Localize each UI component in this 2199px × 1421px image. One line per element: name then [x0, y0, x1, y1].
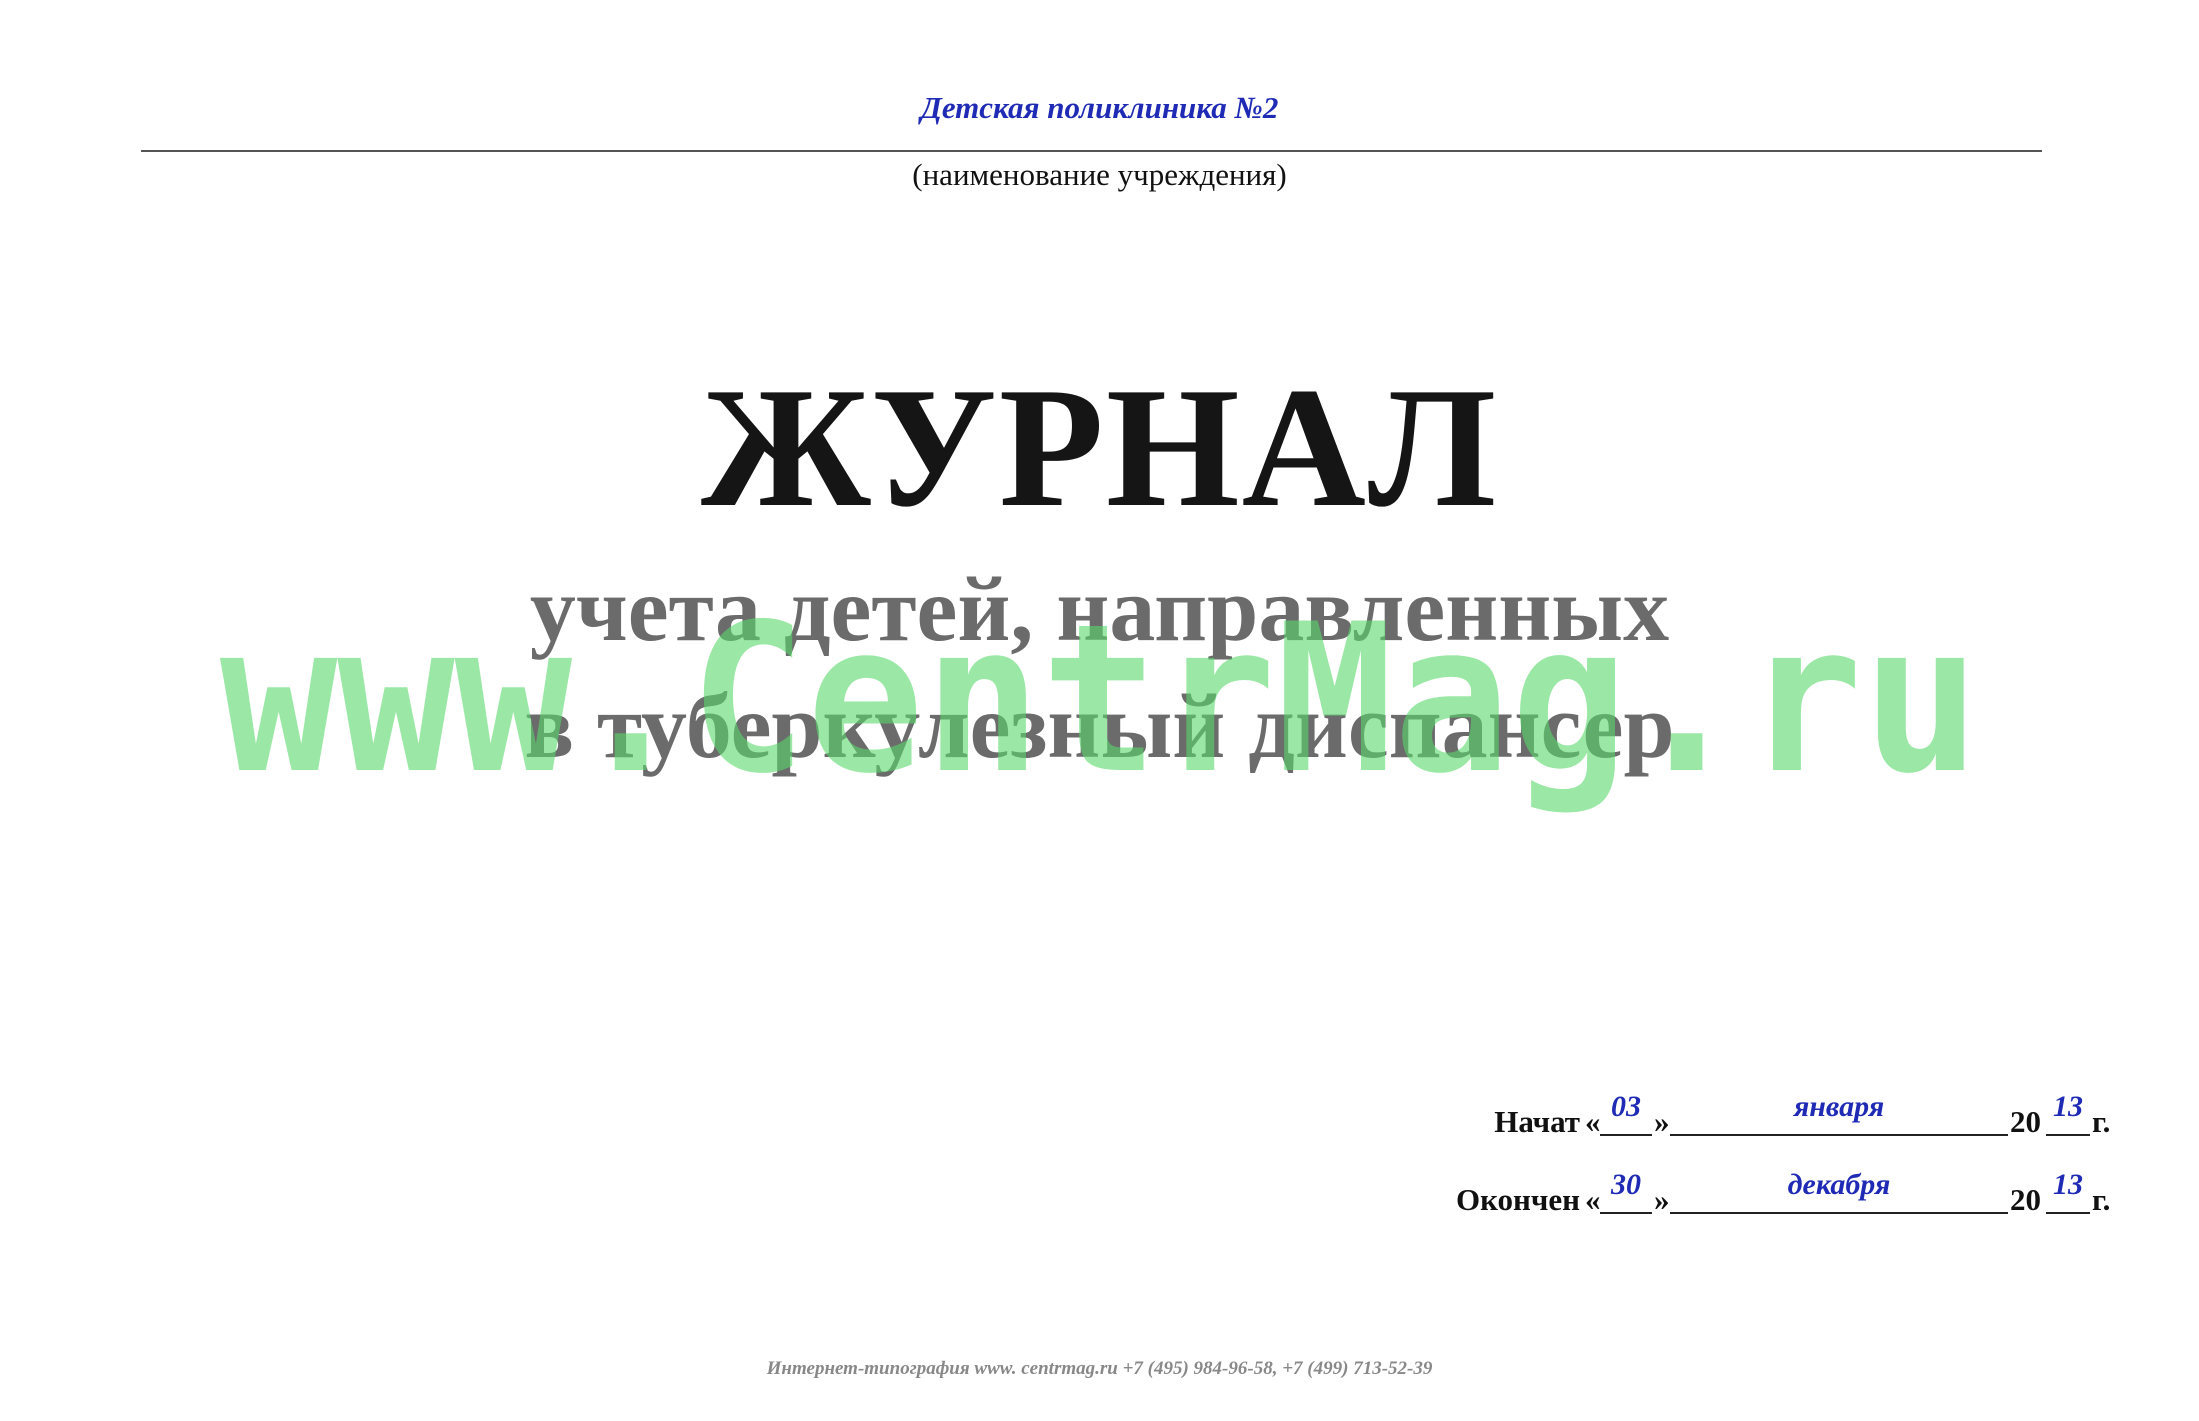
start-month-field[interactable]: января [1670, 1084, 2008, 1136]
start-date-label: Начат [1494, 1104, 1580, 1139]
start-year-suffix: г. [2092, 1104, 2111, 1139]
start-year-value: 13 [2053, 1090, 2083, 1123]
start-century: 20 [2010, 1104, 2041, 1139]
start-open-quote: « [1585, 1104, 1601, 1139]
end-date-label: Окончен [1455, 1182, 1580, 1217]
end-year-suffix: г. [2092, 1182, 2111, 1217]
end-date-row: Окончен « 30 » декабря 20 13 г. [1420, 1148, 2120, 1218]
start-month-value: января [1793, 1090, 1885, 1123]
start-date-row: Начат « 03 » января 20 13 г. [1420, 1070, 2120, 1140]
start-day-value: 03 [1611, 1090, 1641, 1123]
journal-subtitle-line-1: учета детей, направленных [529, 558, 1670, 660]
institution-caption: (наименование учреждения) [912, 157, 1287, 192]
end-day-field[interactable]: 30 [1600, 1162, 1652, 1214]
printer-footer: Интернет-типография www. centrmag.ru +7 … [766, 1358, 1433, 1379]
end-month-value: декабря [1787, 1168, 1891, 1201]
journal-title: ЖУРНАЛ [700, 353, 1499, 543]
journal-subtitle-line-2: в туберкулезный диспансер [524, 675, 1675, 777]
end-month-field[interactable]: декабря [1670, 1162, 2008, 1214]
start-close-quote: » [1654, 1104, 1670, 1139]
institution-name: Детская поликлиника №2 [920, 90, 1279, 125]
end-close-quote: » [1654, 1182, 1670, 1217]
end-day-value: 30 [1611, 1168, 1641, 1201]
end-century: 20 [2010, 1182, 2041, 1217]
start-day-field[interactable]: 03 [1600, 1084, 1652, 1136]
end-open-quote: « [1585, 1182, 1601, 1217]
end-year-field[interactable]: 13 [2046, 1162, 2090, 1214]
institution-underline [141, 150, 2042, 152]
end-year-value: 13 [2053, 1168, 2083, 1201]
start-year-field[interactable]: 13 [2046, 1084, 2090, 1136]
